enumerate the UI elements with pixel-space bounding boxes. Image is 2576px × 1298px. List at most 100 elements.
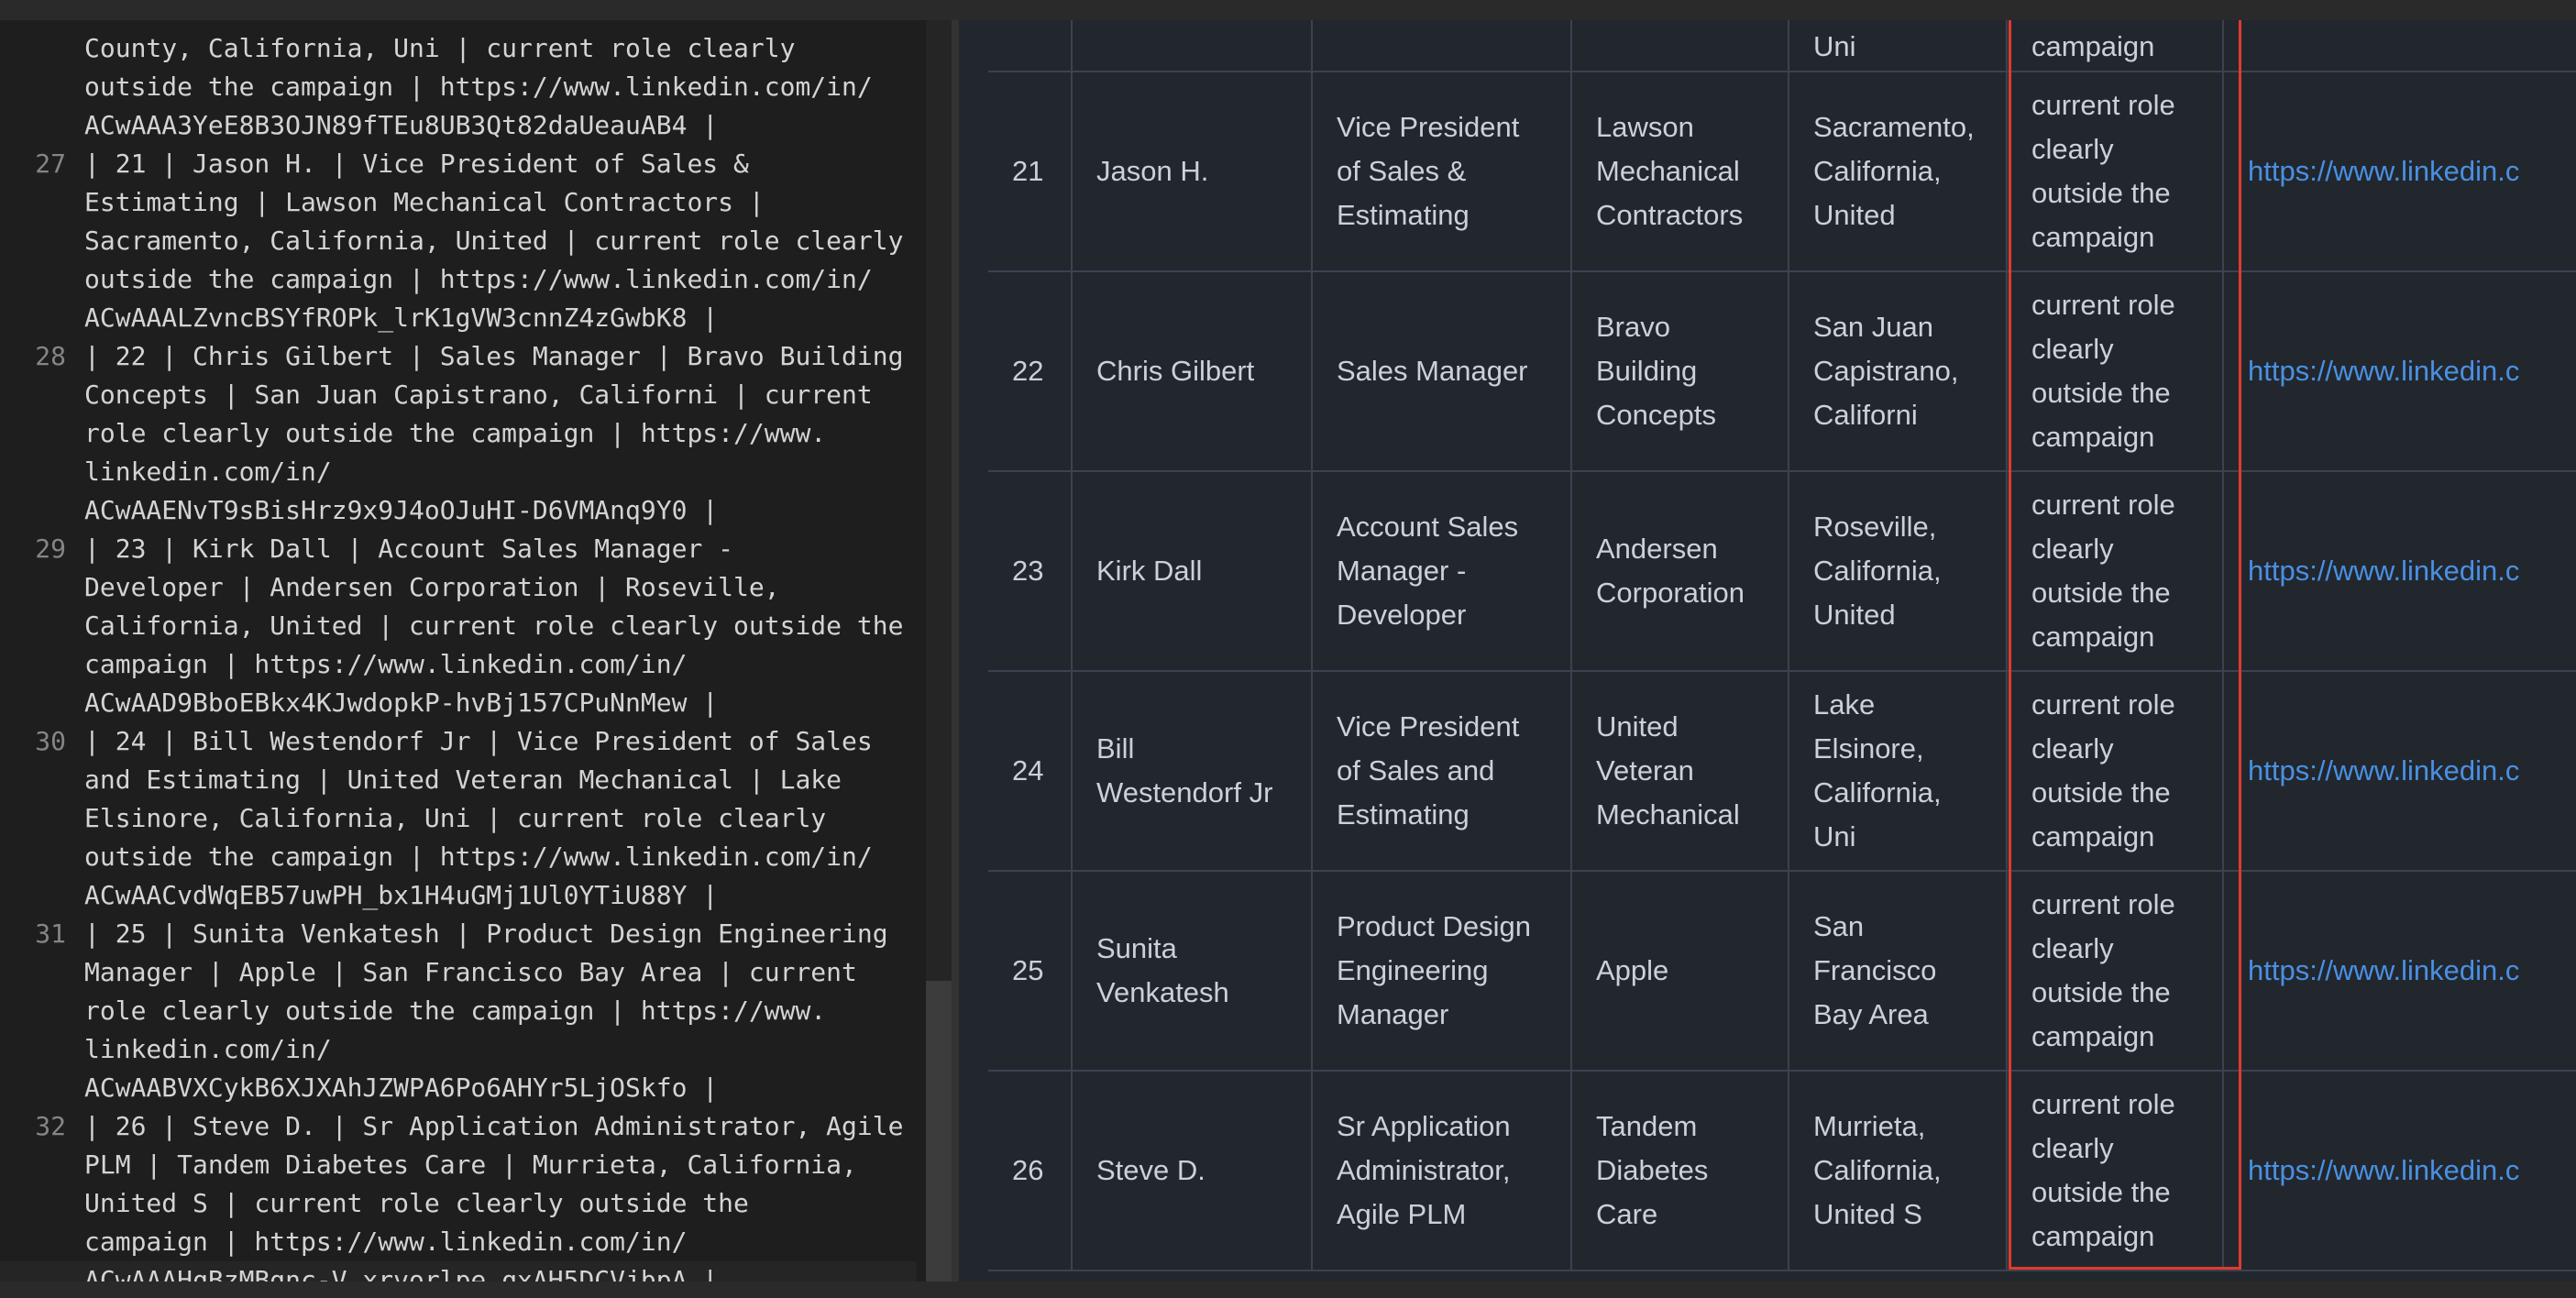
table-cell-name: Jason H. [1073, 72, 1313, 270]
table-cell-company: Apple [1572, 872, 1789, 1070]
cell-text: Elsinore, [1813, 732, 1924, 764]
cell-text: Lake [1813, 688, 1876, 720]
code-line[interactable]: role clearly outside the campaign | http… [0, 992, 917, 1030]
code-line[interactable]: campaign | https://www.linkedin.com/in/ [0, 1223, 917, 1261]
window-top-bar [0, 0, 2576, 20]
cell-text: Bill [1096, 732, 1135, 764]
code-line[interactable]: PLM | Tandem Diabetes Care | Murrieta, C… [0, 1146, 917, 1184]
code-text: United S | current role clearly outside … [84, 1188, 749, 1218]
editor-scrollbar[interactable] [926, 20, 952, 1282]
cell-text: Diabetes [1596, 1154, 1709, 1186]
table-cell-location: San Francisco Bay Area [1789, 872, 2008, 1070]
code-line[interactable]: 28 | 22 | Chris Gilbert | Sales Manager |… [0, 337, 917, 376]
cell-text: Sacramento, [1813, 111, 1975, 143]
cell-text: campaign [2031, 421, 2155, 453]
code-line[interactable]: campaign | https://www.linkedin.com/in/ [0, 645, 917, 684]
cell-text: clearly [2031, 1132, 2114, 1164]
table-cell-company: Andersen Corporation [1572, 472, 1789, 670]
code-line[interactable]: 31 | 25 | Sunita Venkatesh | Product Desi… [0, 915, 917, 953]
code-text: Concepts | San Juan Capistrano, Californ… [84, 380, 873, 410]
code-line[interactable]: ACwAAALZvncBSYfROPk_lrK1gVW3cnnZ4zGwbK8 … [0, 299, 917, 337]
row-number: 22 [1012, 355, 1044, 387]
linkedin-link[interactable]: https://www.linkedin.c [2248, 949, 2519, 993]
cell-text: clearly [2031, 932, 2114, 964]
table-cell-link[interactable]: https://www.linkedin.c [2224, 72, 2576, 270]
cell-text: Estimating [1337, 798, 1470, 830]
code-text: | 24 | Bill Westendorf Jr | Vice Preside… [84, 726, 873, 756]
cell-text: Bay Area [1813, 998, 1929, 1030]
linkedin-link[interactable]: https://www.linkedin.c [2248, 149, 2519, 193]
cell-text: Westendorf Jr [1096, 776, 1273, 808]
table-cell-link[interactable]: https://www.linkedin.c [2224, 672, 2576, 870]
code-line[interactable]: ACwAAENvT9sBisHrz9x9J4oOJuHI-D6VMAnq9Y0 … [0, 491, 917, 530]
row-number: 23 [1012, 555, 1044, 587]
table-cell-link[interactable]: https://www.linkedin.c [2224, 472, 2576, 670]
code-line[interactable]: 32 | 26 | Steve D. | Sr Application Admin… [0, 1107, 917, 1146]
code-line[interactable]: California, United | current role clearl… [0, 607, 917, 645]
code-text: | 26 | Steve D. | Sr Application Adminis… [84, 1111, 904, 1141]
cell-text: United [1813, 599, 1896, 631]
code-line[interactable]: outside the campaign | https://www.linke… [0, 68, 917, 106]
code-line[interactable]: 29 | 23 | Kirk Dall | Account Sales Manag… [0, 530, 917, 568]
code-line[interactable]: 27 | 21 | Jason H. | Vice President of Sa… [0, 145, 917, 183]
table-cell-num: 25 [988, 872, 1073, 1070]
cell-text: Account Sales [1337, 511, 1519, 543]
cell-text: clearly [2031, 133, 2114, 165]
code-text: PLM | Tandem Diabetes Care | Murrieta, C… [84, 1150, 857, 1180]
cell-text: outside the [2031, 177, 2171, 209]
cell-text: clearly [2031, 732, 2114, 764]
code-line[interactable]: Estimating | Lawson Mechanical Contracto… [0, 183, 917, 222]
code-text: and Estimating | United Veteran Mechanic… [84, 764, 842, 795]
linkedin-link[interactable]: https://www.linkedin.c [2248, 749, 2519, 793]
code-line[interactable]: role clearly outside the campaign | http… [0, 414, 917, 453]
code-line[interactable]: County, California, Uni | current role c… [0, 29, 917, 68]
cell-text: Engineering [1337, 954, 1489, 986]
code-line[interactable]: ACwAABVXCykB6XJXAhJZWPA6Po6AHYr5LjOSkfo … [0, 1069, 917, 1107]
code-line[interactable]: Developer | Andersen Corporation | Rosev… [0, 568, 917, 607]
code-line[interactable]: outside the campaign | https://www.linke… [0, 260, 917, 299]
code-line[interactable]: linkedin.com/in/ [0, 1030, 917, 1069]
cell-text: clearly [2031, 333, 2114, 365]
code-line[interactable]: Elsinore, California, Uni | current role… [0, 799, 917, 838]
code-text: California, United | current role clearl… [84, 610, 904, 641]
table-cell-company [1572, 20, 1789, 71]
cell-text: Uni [1813, 30, 1856, 62]
pane-divider[interactable] [952, 20, 959, 1282]
code-text: campaign | https://www.linkedin.com/in/ [84, 1226, 688, 1257]
code-line[interactable]: ACwAACvdWqEB57uwPH_bx1H4uGMj1Ul0YTiU88Y … [0, 876, 917, 915]
code-line[interactable]: Concepts | San Juan Capistrano, Californ… [0, 376, 917, 414]
cell-text: Andersen [1596, 533, 1718, 565]
table-cell-link[interactable]: https://www.linkedin.c [2224, 1072, 2576, 1270]
linkedin-link[interactable]: https://www.linkedin.c [2248, 1149, 2519, 1193]
table-cell-link[interactable]: https://www.linkedin.c [2224, 272, 2576, 470]
code-line[interactable]: ACwAAAHqBzMBgnc-V_xrvorlpe_qxAH5DCVjbpA … [0, 1261, 917, 1282]
cell-text: Capistrano, [1813, 355, 1959, 387]
linkedin-link[interactable]: https://www.linkedin.c [2248, 349, 2519, 393]
code-text: Manager | Apple | San Francisco Bay Area… [84, 957, 857, 987]
table-row-partial: Uni campaign [988, 20, 2576, 72]
cell-text: outside the [2031, 1176, 2171, 1208]
code-line[interactable]: and Estimating | United Veteran Mechanic… [0, 761, 917, 799]
cell-text: Uni [1813, 820, 1856, 852]
table-cell-reason: current role clearly outside the campaign [2008, 272, 2224, 470]
code-line[interactable]: ACwAAD9BboEBkx4KJwdopkP-hvBj157CPuNnMew … [0, 684, 917, 722]
code-line[interactable]: 30 | 24 | Bill Westendorf Jr | Vice Presi… [0, 722, 917, 761]
code-line[interactable]: linkedin.com/in/ [0, 453, 917, 491]
table-cell-num: 22 [988, 272, 1073, 470]
code-line[interactable]: Sacramento, California, United | current… [0, 222, 917, 260]
code-line[interactable]: outside the campaign | https://www.linke… [0, 838, 917, 876]
editor-scrollbar-thumb[interactable] [926, 981, 952, 1282]
code-line[interactable]: ACwAAA3YeE8B3OJN89fTEu8UB3Qt82daUeauAB4 … [0, 106, 917, 145]
cell-text: Chris Gilbert [1096, 355, 1255, 387]
table-cell-link[interactable]: https://www.linkedin.c [2224, 872, 2576, 1070]
code-line[interactable]: United S | current role clearly outside … [0, 1184, 917, 1223]
cell-text: Manager [1337, 998, 1449, 1030]
cell-text: of Sales & [1337, 155, 1467, 187]
markdown-editor[interactable]: County, California, Uni | current role c… [0, 20, 926, 1282]
line-number: 32 [35, 1111, 66, 1141]
code-text: County, California, Uni | current role c… [84, 33, 796, 63]
markdown-preview: Uni campaign 21 Jason H. Vice President of Sa… [959, 20, 2576, 1282]
code-text: | 22 | Chris Gilbert | Sales Manager | B… [84, 341, 904, 371]
linkedin-link[interactable]: https://www.linkedin.c [2248, 549, 2519, 593]
code-line[interactable]: Manager | Apple | San Francisco Bay Area… [0, 953, 917, 992]
